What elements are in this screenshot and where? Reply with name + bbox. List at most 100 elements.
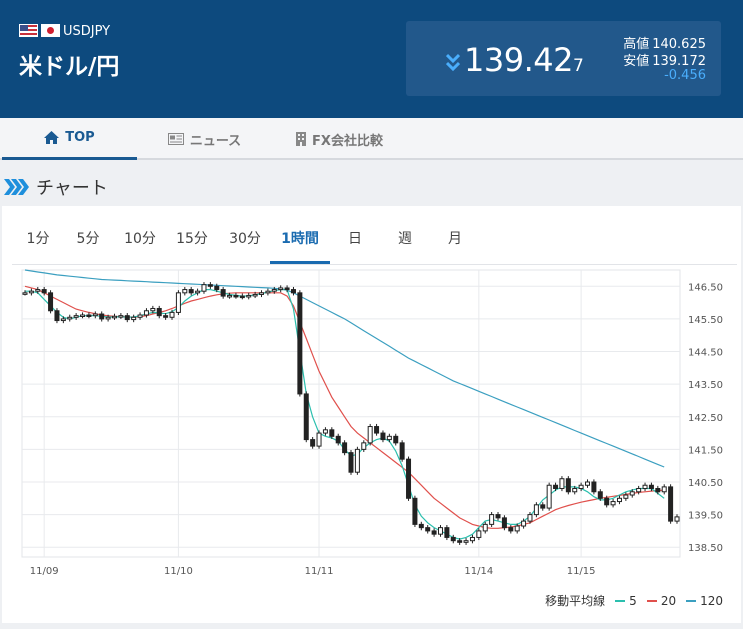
y-tick-label: 143.50 bbox=[688, 380, 723, 391]
candle-body bbox=[188, 289, 194, 294]
candle-body bbox=[214, 285, 220, 291]
candle-body bbox=[469, 536, 475, 542]
candle-body bbox=[118, 315, 124, 318]
candle-body bbox=[521, 520, 527, 527]
candle-body bbox=[648, 484, 654, 490]
candle-body bbox=[137, 314, 143, 318]
candle-body bbox=[252, 293, 258, 297]
timeframe-week[interactable]: 週 bbox=[390, 228, 420, 264]
candle-body bbox=[610, 501, 616, 506]
candle-body bbox=[661, 486, 667, 493]
candle-body bbox=[195, 290, 201, 294]
candle-body bbox=[501, 517, 507, 529]
price-chart-area: 146.50 145.50 144.50 143.50 142.50 141.50 140.… bbox=[12, 264, 737, 584]
legend-ma5-label: 5 bbox=[629, 593, 637, 608]
y-tick-label: 142.50 bbox=[688, 413, 723, 424]
timeframe-month[interactable]: 月 bbox=[440, 228, 470, 264]
candle-body bbox=[367, 426, 373, 444]
candle-body bbox=[271, 289, 277, 292]
header: USDJPY 米ドル/円 139.427 高値 140.625 安値 139.172… bbox=[0, 0, 743, 118]
timeframe-5min[interactable]: 5分 bbox=[69, 228, 107, 264]
candle-body bbox=[48, 292, 54, 312]
candle-body bbox=[489, 514, 495, 525]
candle-body bbox=[28, 290, 34, 294]
y-tick-label: 140.50 bbox=[688, 478, 723, 489]
tab-fx-compare-label: FX会社比較 bbox=[312, 133, 383, 149]
candle-body bbox=[508, 527, 514, 532]
candle-body bbox=[578, 484, 584, 490]
candle-body bbox=[361, 442, 367, 450]
candle-body bbox=[73, 315, 79, 318]
candle-body bbox=[316, 432, 322, 447]
candle-body bbox=[303, 393, 309, 441]
candle-body bbox=[527, 514, 533, 522]
tab-top-label: TOP bbox=[65, 130, 95, 145]
candle-body bbox=[533, 504, 539, 516]
timeframe-1hour[interactable]: 1時間 bbox=[270, 228, 330, 264]
candle-body bbox=[284, 287, 290, 291]
double-chevron-down-icon bbox=[446, 53, 460, 72]
candle-body bbox=[642, 484, 648, 490]
timeframe-30min[interactable]: 30分 bbox=[224, 228, 266, 264]
moving-average-legend: 移動平均線 5 20 120 bbox=[545, 592, 723, 609]
legend-label: 移動平均線 bbox=[545, 594, 606, 608]
candle-body bbox=[546, 484, 552, 509]
candle-body bbox=[540, 504, 546, 509]
timeframe-15min[interactable]: 15分 bbox=[171, 228, 213, 264]
timeframe-10min[interactable]: 10分 bbox=[119, 228, 161, 264]
candle-body bbox=[655, 488, 661, 493]
tab-news[interactable]: ニュース bbox=[137, 118, 272, 160]
candle-body bbox=[175, 292, 181, 313]
y-tick-label: 138.50 bbox=[688, 543, 723, 554]
candle-body bbox=[329, 429, 335, 437]
x-tick-label: 11/09 bbox=[30, 566, 59, 577]
candle-body bbox=[437, 527, 443, 535]
candle-body bbox=[111, 315, 117, 319]
candle-body bbox=[265, 290, 271, 294]
candle-body bbox=[207, 284, 213, 287]
tab-news-label: ニュース bbox=[189, 133, 242, 149]
candle-body bbox=[278, 287, 284, 291]
candle-body bbox=[623, 494, 629, 499]
candle-body bbox=[431, 530, 437, 535]
x-tick-label: 11/14 bbox=[464, 566, 493, 577]
y-tick-label: 146.50 bbox=[688, 282, 723, 293]
section-header: チャート bbox=[0, 172, 108, 202]
candle-body bbox=[92, 313, 98, 317]
candle-body bbox=[604, 497, 610, 506]
tab-top[interactable]: TOP bbox=[2, 118, 137, 160]
timeframe-1min[interactable]: 1分 bbox=[20, 228, 56, 264]
jp-flag-icon bbox=[41, 24, 60, 37]
candle-body bbox=[201, 284, 207, 292]
tab-fx-compare[interactable]: FX会社比較 bbox=[272, 118, 407, 160]
candle-body bbox=[54, 310, 60, 322]
candle-body bbox=[565, 478, 571, 493]
section-title: チャート bbox=[36, 178, 108, 199]
price-chart: 146.50 145.50 144.50 143.50 142.50 141.50 140.… bbox=[21, 269, 723, 577]
price-change: -0.456 bbox=[664, 68, 706, 83]
legend-ma120-label: 120 bbox=[700, 593, 723, 608]
candle-body bbox=[572, 488, 578, 493]
y-tick-label: 145.50 bbox=[688, 315, 723, 326]
candle-body bbox=[418, 523, 424, 529]
candle-body bbox=[182, 289, 188, 294]
candle-body bbox=[495, 514, 501, 519]
building-icon bbox=[296, 132, 307, 146]
triple-chevron-right-icon bbox=[4, 179, 29, 195]
legend-ma5-swatch bbox=[615, 599, 626, 602]
candle-body bbox=[227, 294, 233, 298]
candle-body bbox=[444, 527, 450, 538]
candle-body bbox=[105, 316, 111, 320]
candle-body bbox=[374, 426, 380, 434]
candle-body bbox=[463, 540, 469, 543]
currency-flags bbox=[19, 24, 63, 37]
newspaper-icon bbox=[167, 133, 184, 145]
candle-body bbox=[246, 294, 252, 298]
candle-body bbox=[99, 313, 105, 320]
low-price: 安値 139.172 bbox=[623, 50, 706, 69]
candle-body bbox=[386, 435, 392, 441]
candle-body bbox=[67, 316, 73, 320]
timeframe-day[interactable]: 日 bbox=[340, 228, 370, 264]
candle-body bbox=[150, 307, 156, 312]
candle-body bbox=[335, 435, 341, 444]
